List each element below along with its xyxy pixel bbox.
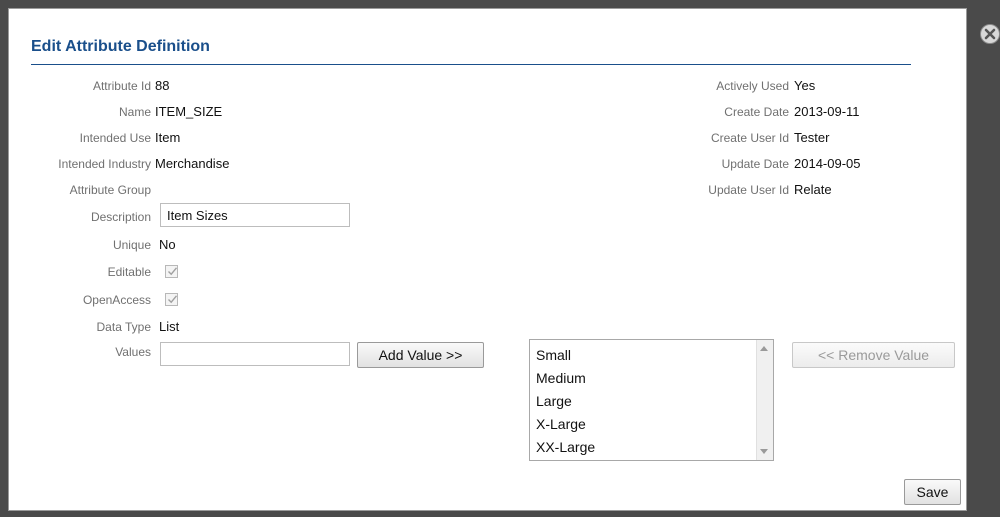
field-label: Update Date (721, 157, 789, 171)
field-label: Create User Id (710, 131, 789, 145)
list-item[interactable]: Large (536, 392, 572, 410)
open-access-checkbox[interactable] (165, 293, 178, 306)
field-row-editable: Editable (9, 263, 409, 281)
field-row-update-user-id: Update User Id Relate (569, 181, 949, 199)
list-item[interactable]: XX-Large (536, 438, 595, 456)
field-value: No (159, 237, 176, 252)
field-value: 88 (155, 78, 170, 93)
field-row-open-access: OpenAccess (9, 291, 409, 309)
field-label: Intended Use (79, 131, 151, 145)
values-label: Values (115, 345, 151, 359)
list-item[interactable]: X-Large (536, 415, 586, 433)
check-icon (168, 295, 178, 304)
scroll-down-arrow-icon[interactable] (760, 449, 768, 454)
field-row-unique: Unique No (9, 236, 409, 254)
field-row-create-user-id: Create User Id Tester (569, 129, 949, 147)
close-button[interactable] (980, 24, 1000, 44)
editable-checkbox[interactable] (165, 265, 178, 278)
check-icon (168, 267, 178, 276)
description-input[interactable] (160, 203, 350, 227)
field-value: ITEM_SIZE (155, 104, 223, 119)
field-label: Intended Industry (58, 157, 151, 171)
field-value: List (159, 319, 180, 334)
field-label: Attribute Id (92, 79, 151, 93)
field-row-actively-used: Actively Used Yes (569, 77, 949, 95)
dialog-title: Edit Attribute Definition (31, 38, 210, 55)
field-row-attribute-id: Attribute Id 88 (9, 77, 409, 95)
field-label: Create Date (724, 105, 789, 119)
remove-value-button[interactable]: << Remove Value (792, 342, 955, 368)
field-label: Name (118, 105, 151, 119)
field-row-update-date: Update Date 2014-09-05 (569, 155, 949, 173)
editable-label: Editable (107, 265, 151, 279)
edit-attribute-dialog: Edit Attribute Definition Attribute Id 8… (8, 8, 967, 511)
field-value: 2014-09-05 (794, 156, 861, 171)
field-value: Merchandise (155, 156, 230, 171)
field-label: Attribute Group (69, 183, 151, 197)
field-value: Relate (794, 182, 832, 197)
list-item[interactable]: Medium (536, 369, 586, 387)
scroll-up-arrow-icon[interactable] (760, 346, 768, 351)
values-input[interactable] (160, 342, 350, 366)
open-access-label: OpenAccess (82, 293, 151, 307)
field-value: Item (155, 130, 181, 145)
description-label-row: Description (9, 208, 169, 226)
field-row-intended-use: Intended Use Item (9, 129, 409, 147)
values-listbox[interactable]: Small Medium Large X-Large XX-Large (529, 339, 774, 461)
field-label: Update User Id (708, 183, 789, 197)
values-label-row: Values (9, 343, 169, 361)
listbox-scrollbar[interactable] (756, 340, 773, 460)
save-button[interactable]: Save (904, 479, 961, 505)
field-row-attribute-group: Attribute Group (9, 181, 409, 199)
field-value: Yes (794, 78, 816, 93)
add-value-button[interactable]: Add Value >> (357, 342, 484, 368)
description-label: Description (90, 210, 151, 224)
field-row-name: Name ITEM_SIZE (9, 103, 409, 121)
list-item[interactable]: Small (536, 346, 571, 364)
close-icon (984, 28, 996, 40)
field-value: 2013-09-11 (794, 104, 860, 119)
field-row-data-type: Data Type List (9, 318, 409, 336)
field-row-create-date: Create Date 2013-09-11 (569, 103, 949, 121)
field-label: Actively Used (716, 79, 789, 93)
field-label: Data Type (96, 320, 151, 334)
field-label: Unique (112, 238, 151, 252)
field-row-intended-industry: Intended Industry Merchandise (9, 155, 409, 173)
field-value: Tester (794, 130, 830, 145)
title-divider (31, 64, 911, 65)
